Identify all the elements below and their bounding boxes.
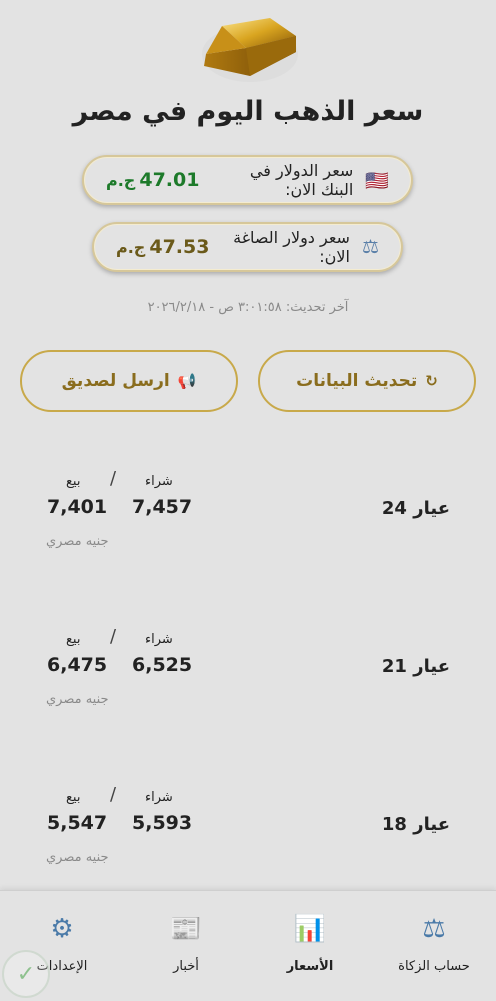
nav-label-news: أخبار	[173, 959, 199, 974]
buy-price: 7,457	[132, 496, 193, 518]
goldsmith-dollar-label: سعر دولار الصاغة الان:	[233, 228, 350, 266]
sell-price: 5,547	[47, 812, 108, 834]
page-title: سعر الذهب اليوم في مصر	[72, 96, 424, 127]
goldsmith-dollar-rate: ⚖ سعر دولار الصاغة الان: 47.53 ج.م	[92, 222, 403, 272]
sell-price: 7,401	[47, 496, 108, 518]
refresh-icon: ↻	[425, 372, 438, 390]
price-row-24: شراء / بيع 7,457 7,401 عيار 24 جنيه مصري	[0, 468, 496, 574]
buy-price: 6,525	[132, 654, 193, 676]
separator: /	[110, 784, 117, 805]
last-update-text: آخر تحديث: ٣:٠١:٥٨ ص - ٢٠٢٦/٢/١٨	[147, 300, 349, 315]
scale-icon: ⚖	[422, 914, 446, 944]
nav-item-zakat[interactable]: ⚖ حساب الزكاة	[379, 909, 489, 974]
watermark-logo: ✓	[2, 950, 50, 998]
price-row-18: شراء / بيع 5,593 5,547 عيار 18 جنيه مصري	[0, 784, 496, 890]
megaphone-icon: 📢	[177, 372, 197, 390]
bank-dollar-value: 47.01	[139, 169, 200, 191]
goldsmith-dollar-value: 47.53	[149, 236, 210, 258]
price-row-21: شراء / بيع 6,525 6,475 عيار 21 جنيه مصري	[0, 626, 496, 732]
currency-unit: جنيه مصري	[46, 692, 109, 707]
nav-label-zakat: حساب الزكاة	[398, 959, 470, 974]
karat-label: عيار 18	[381, 814, 450, 835]
share-friend-label: ارسل لصديق	[61, 371, 170, 391]
sell-price: 6,475	[47, 654, 108, 676]
separator: /	[110, 468, 117, 489]
currency-unit: جنيه مصري	[46, 534, 109, 549]
nav-label-prices: الأسعار	[286, 959, 334, 974]
bank-dollar-label: سعر الدولار في البنك الان:	[249, 161, 354, 199]
buy-price: 5,593	[132, 812, 193, 834]
sell-label: بيع	[66, 632, 81, 647]
nav-item-news[interactable]: 📰 أخبار	[131, 909, 241, 974]
karat-label: عيار 24	[381, 498, 450, 519]
bottom-nav: ⚖ حساب الزكاة 📊 الأسعار 📰 أخبار ⚙ الإعدا…	[0, 890, 496, 1001]
separator: /	[110, 626, 117, 647]
refresh-data-label: تحديث البيانات	[296, 371, 418, 391]
currency-unit: جنيه مصري	[46, 850, 109, 865]
sell-label: بيع	[66, 790, 81, 805]
buy-label: شراء	[145, 790, 173, 805]
share-friend-button[interactable]: 📢 ارسل لصديق	[20, 350, 238, 412]
goldsmith-dollar-currency: ج.م	[116, 237, 146, 257]
scale-icon: ⚖	[361, 236, 379, 258]
buy-label: شراء	[145, 632, 173, 647]
refresh-data-button[interactable]: ↻ تحديث البيانات	[258, 350, 476, 412]
us-flag-icon: 🇺🇸	[365, 169, 389, 192]
bank-dollar-currency: ج.م	[106, 170, 136, 190]
buy-label: شراء	[145, 474, 173, 489]
gear-icon: ⚙	[50, 914, 74, 944]
karat-label: عيار 21	[381, 656, 450, 677]
nav-item-prices[interactable]: 📊 الأسعار	[255, 909, 365, 974]
bar-chart-icon: 📊	[293, 914, 327, 944]
sell-label: بيع	[66, 474, 81, 489]
gold-bar-icon	[202, 18, 298, 82]
bank-dollar-rate: 🇺🇸 سعر الدولار في البنك الان: 47.01 ج.م	[82, 155, 413, 205]
newspaper-icon: 📰	[169, 914, 203, 944]
